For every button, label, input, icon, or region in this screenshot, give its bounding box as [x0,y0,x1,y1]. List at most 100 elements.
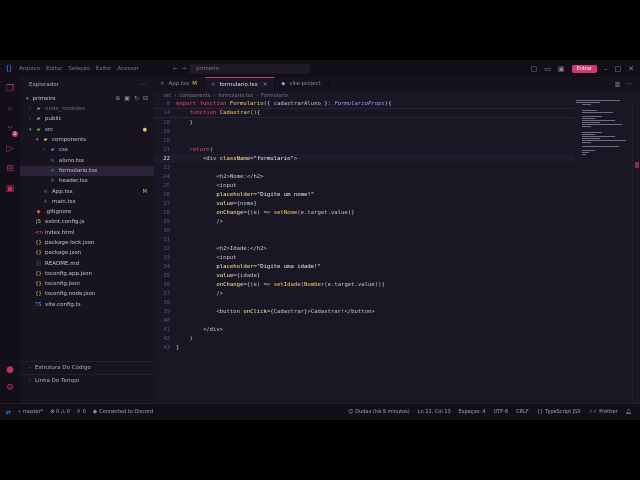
code-line[interactable]: 14 function Cadastrar(){ [154,109,574,118]
tree-file[interactable]: {} package-lock.json [20,238,154,248]
close-tab-icon[interactable]: ✕ [263,82,268,88]
code-line[interactable]: 35 value={idade} [154,271,574,280]
tab-formulario-tsx[interactable]: ⚛ formulario.tsx ✕ [205,77,276,91]
tree-file[interactable]: ⓘ README.md [20,258,154,268]
tree-file[interactable]: {} tsconfig.app.json [20,269,154,279]
problems-indicator[interactable]: ⊗ 0 ⚠ 0 [50,409,70,415]
new-folder-icon[interactable]: ▣ [124,95,130,102]
settings-gear-icon[interactable]: ⚙ [5,383,15,393]
menu-selecao[interactable]: Seleção [68,66,90,72]
tree-file[interactable]: {} package.json [20,248,154,258]
tree-file[interactable]: ◆ .gitignore [20,207,154,217]
code-line[interactable]: 33 <input [154,253,574,262]
source-control-icon[interactable]: ⑂ 1 [5,124,18,137]
refresh-icon[interactable]: ↻ [134,95,139,102]
command-center-search[interactable]: primeiro [190,63,311,74]
ports-indicator[interactable]: ⚲ 0 [77,409,86,415]
tree-file[interactable]: ⚛ aluno.tsx [20,155,154,165]
end-of-line[interactable]: CRLF [516,409,529,415]
encoding[interactable]: UTF-8 [494,409,509,415]
tree-folder[interactable]: ▾ ▰ components [20,135,154,145]
code-line[interactable]: 41 </div> [154,325,574,334]
code-line[interactable]: 18 } [154,118,574,127]
code-line[interactable]: 27 value={nome} [154,199,574,208]
breadcrumb-src[interactable]: src [164,93,171,99]
more-actions-icon[interactable]: ··· [141,82,146,88]
code-line[interactable]: 24 <h2>Nome:</h2> [154,172,574,181]
tree-file[interactable]: ⚛ App.tsx M [20,186,154,196]
code-line[interactable]: 37 /> [154,289,574,298]
tree-folder[interactable]: › ▰ css [20,145,154,155]
menu-acessar[interactable]: Acessar [117,66,138,72]
code-line[interactable]: 36 onChange={(e) => setIdade(Number(e.ta… [154,280,574,289]
git-blame-author[interactable]: ☺ Dudax (há 9 minutos) [348,409,410,415]
code-line[interactable]: 31 [154,235,574,244]
code-line[interactable]: 43} [154,343,574,352]
editor-scrollbar[interactable] [632,100,640,403]
code-line[interactable]: 19 [154,127,574,136]
indentation[interactable]: Espaços: 4 [459,409,486,415]
tree-file[interactable]: ⚛ main.tsx [20,197,154,207]
menu-arquivo[interactable]: Arquivo [19,66,40,72]
tree-file[interactable]: JS eslint.config.js [20,217,154,227]
entrar-button[interactable]: Entrar [571,64,597,73]
code-line[interactable]: 39 <button onClick={Cadastrar}>Cadastrar… [154,307,574,316]
code-line[interactable]: 32 <h2>Idade:</h2> [154,244,574,253]
notifications-bell-icon[interactable]: 🔔︎ [626,409,632,415]
collapse-all-icon[interactable]: ⊟ [143,95,148,102]
code-line[interactable]: 40 [154,316,574,325]
tree-file[interactable]: TS vite.config.ts [20,300,154,310]
tree-file[interactable]: ⚛ formulario.tsx [20,165,154,177]
tree-folder[interactable]: › ▰ node_modules [20,104,154,114]
code-line[interactable]: 26 placeholder="Digite um nome!" [154,190,574,199]
tree-file[interactable]: <> index.html [20,228,154,238]
menu-exibir[interactable]: Exibir [96,66,112,72]
branch-indicator[interactable]: ⑂ master* [18,409,43,415]
tree-file[interactable]: ⚛ header.tsx [20,176,154,186]
run-debug-icon[interactable]: ▷ [5,144,15,154]
code-line[interactable]: 22 <div className="formulario"> [154,154,574,163]
code-line[interactable]: 42 ) [154,334,574,343]
new-file-icon[interactable]: ⊕ [115,95,120,102]
extensions-icon[interactable]: ⊞ [5,164,15,174]
breadcrumb-symbol[interactable]: Formulario [261,93,288,99]
code-line[interactable]: 30 [154,226,574,235]
layout-customize-icon[interactable]: ▣ [558,65,565,73]
code-line[interactable]: 34 placeholder="Digite uma idade!" [154,262,574,271]
code-line[interactable]: 21 return( [154,145,574,154]
discord-status[interactable]: ◉ Connected to Discord [93,409,153,415]
remote-indicator-icon[interactable]: ⇄ [6,409,11,416]
code-line[interactable]: 8 export function Formulario({ cadastrarA… [154,100,574,109]
minimize-icon[interactable]: – [604,65,608,73]
tree-file[interactable]: {} tsconfig.node.json [20,289,154,299]
split-editor-icon[interactable]: ▥ [615,81,621,88]
code-line[interactable]: 20 [154,136,574,145]
tab-app-tsx[interactable]: ⚛ App.tsx M [154,77,206,91]
code-line[interactable]: 38 [154,298,574,307]
minimap[interactable] [576,100,628,160]
breadcrumb-components[interactable]: components [179,93,210,99]
back-arrow-icon[interactable]: ← [173,66,178,72]
more-actions-icon[interactable]: ··· [626,81,632,88]
explorer-icon[interactable]: ❐ [5,84,15,94]
code-line[interactable]: 25 <input [154,181,574,190]
remote-explorer-icon[interactable]: ▣ [5,184,15,194]
tree-folder[interactable]: › ▰ public [20,114,154,124]
menu-editar[interactable]: Editar [46,66,62,72]
search-icon[interactable]: ⌕ [5,104,15,114]
maximize-icon[interactable]: □ [615,65,622,73]
outline-section[interactable]: › Estrutura Do Código [20,361,154,374]
prettier-status[interactable]: ✓✓ Prettier [589,409,618,415]
language-mode[interactable]: {} TypeScript JSX [537,409,581,415]
forward-arrow-icon[interactable]: → [182,66,187,72]
tab-vite-project[interactable]: ◆ vite-project [275,77,329,91]
timeline-section[interactable]: › Linha Do Tempo [20,374,154,387]
workspace-root[interactable]: ▾ primeiro ⊕ ▣ ↻ ⊟ [20,93,154,104]
cursor-position[interactable]: Ln 22, Col 13 [418,409,451,415]
code-line[interactable]: 29 /> [154,217,574,226]
tree-file[interactable]: {} tsconfig.json [20,279,154,289]
code-line[interactable]: 28 onChange={(e) => setNome(e.target.val… [154,208,574,217]
close-window-icon[interactable]: ✕ [628,65,634,73]
code-editor[interactable]: 8 export function Formulario({ cadastrarA… [154,100,574,403]
breadcrumb-file[interactable]: formulario.tsx [218,93,253,99]
